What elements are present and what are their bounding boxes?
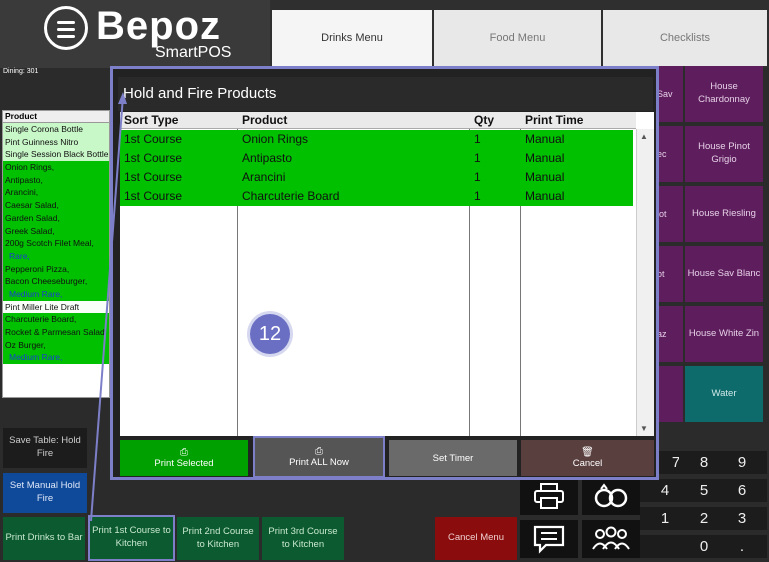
step-marker: 12 <box>250 314 290 354</box>
callout-arrow-icon <box>118 92 127 104</box>
callout-line <box>90 95 124 522</box>
annotation-overlay <box>90 92 127 522</box>
